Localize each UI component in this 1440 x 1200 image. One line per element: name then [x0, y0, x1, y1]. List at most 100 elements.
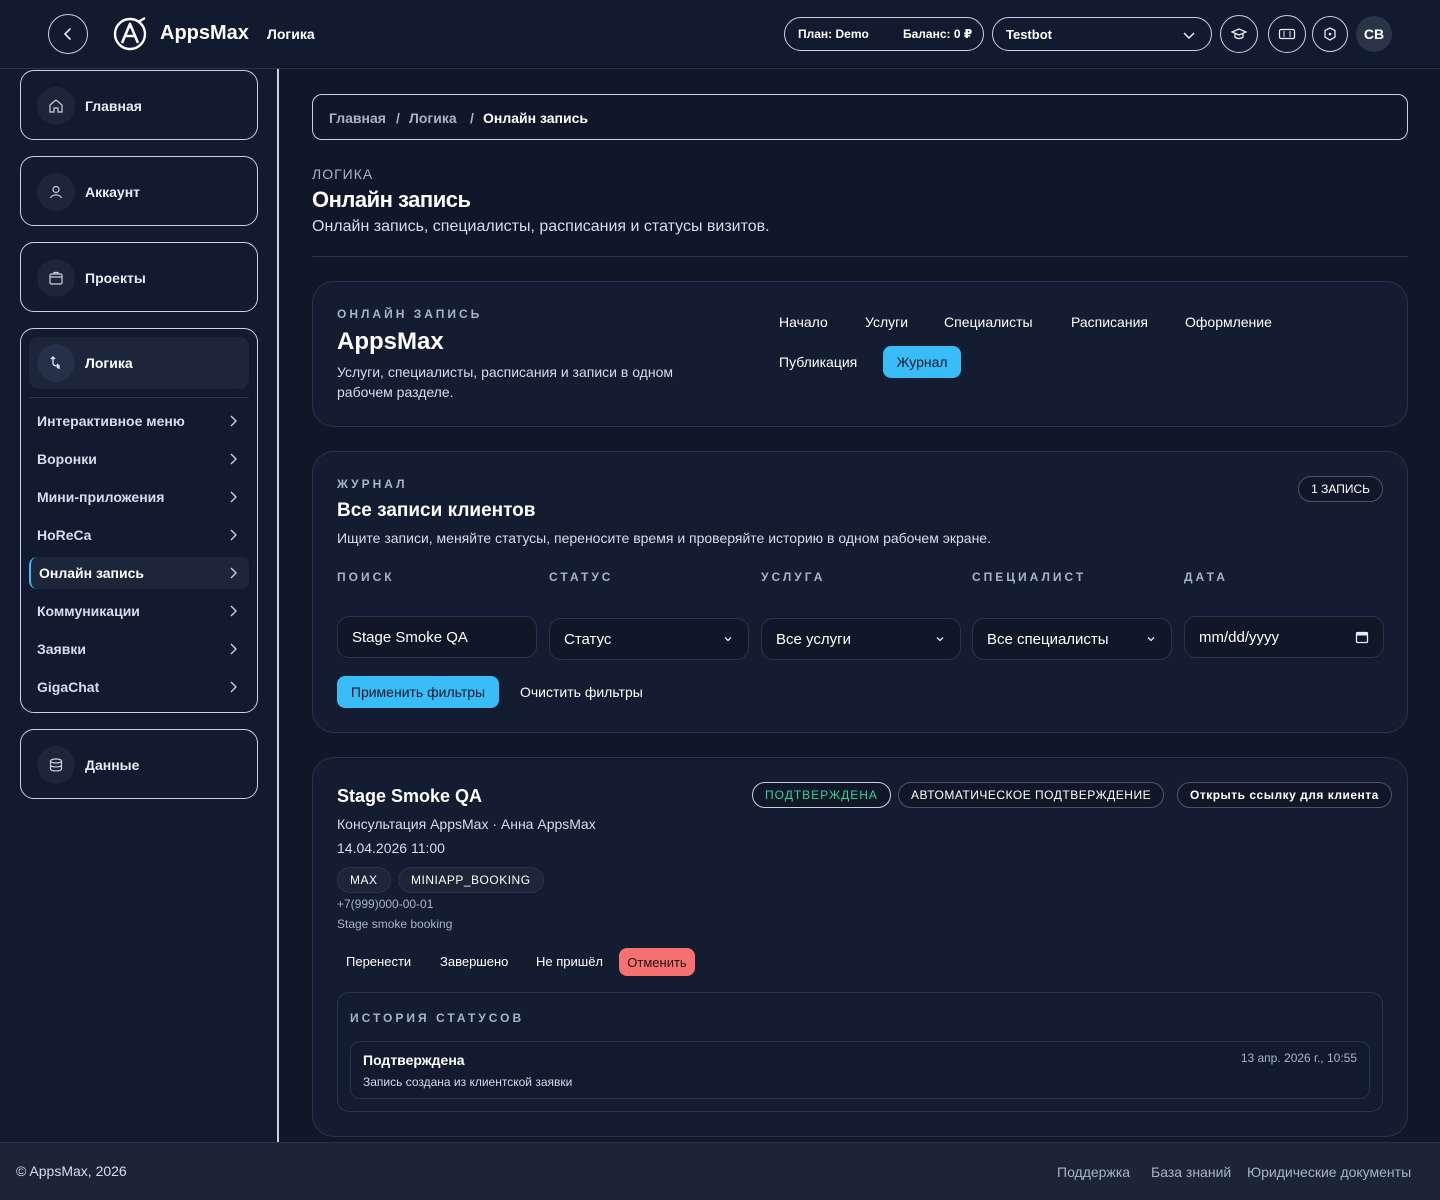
academy-button[interactable]	[1220, 15, 1258, 53]
sidebar-subitem[interactable]: HoReCa	[29, 519, 249, 551]
journal-eyebrow: ЖУРНАЛ	[337, 477, 408, 491]
home-icon	[37, 87, 75, 125]
briefcase-icon	[37, 259, 75, 297]
user-icon	[37, 173, 75, 211]
footer-link-legal[interactable]: Юридические документы	[1247, 1164, 1411, 1180]
booking-note: Stage smoke booking	[337, 917, 453, 931]
ticket-icon	[1278, 28, 1296, 40]
calendar-icon[interactable]	[1355, 630, 1369, 644]
sidebar-subitem-label: Заявки	[37, 641, 86, 657]
records-count-badge: 1 ЗАПИСЬ	[1298, 476, 1383, 502]
sidebar-subitem[interactable]: Заявки	[29, 633, 249, 665]
booking-service-line: Консультация AppsMax · Анна AppsMax	[337, 816, 596, 832]
sidebar-group-logic: Логика Интерактивное меню Воронки Мини-при…	[20, 328, 258, 713]
breadcrumb-item-logic[interactable]: Логика	[409, 110, 457, 126]
sidebar-subitem[interactable]: Онлайн запись	[29, 557, 249, 589]
booking-record-card: Stage Smoke QA Консультация AppsMax · Ан…	[312, 757, 1408, 1137]
tab-publication[interactable]: Публикация	[779, 354, 857, 370]
history-eyebrow: ИСТОРИЯ СТАТУСОВ	[350, 1011, 525, 1025]
tab-design[interactable]: Оформление	[1185, 314, 1272, 330]
hero-title: AppsMax	[337, 328, 444, 355]
tab-schedules[interactable]: Расписания	[1071, 314, 1148, 330]
search-input-value: Stage Smoke QA	[352, 629, 468, 646]
status-badge: ПОДТВЕРЖДЕНА	[752, 782, 891, 808]
booking-datetime: 14.04.2026 11:00	[337, 840, 445, 856]
page-eyebrow: ЛОГИКА	[312, 166, 374, 182]
booking-client-name: Stage Smoke QA	[337, 786, 483, 806]
sidebar-item-data[interactable]: Данные	[20, 729, 258, 799]
hero-desc-line-2: рабочем разделе.	[337, 384, 454, 400]
mark-completed-button[interactable]: Завершено	[440, 954, 508, 969]
tab-journal[interactable]: Журнал	[883, 346, 961, 378]
sidebar-subitem[interactable]: GigaChat	[29, 671, 249, 703]
notifications-button[interactable]	[1312, 16, 1348, 52]
chevron-right-icon	[230, 681, 237, 693]
breadcrumb: Главная / Логика / Онлайн запись	[312, 94, 1408, 140]
chevron-right-icon	[230, 529, 237, 541]
footer-copyright: © AppsMax, 2026	[16, 1163, 127, 1179]
booking-tag-source: MINIAPP_BOOKING	[398, 867, 544, 893]
footer-link-support[interactable]: Поддержка	[1057, 1164, 1130, 1180]
sidebar-item-logic[interactable]: Логика	[29, 337, 249, 389]
bot-select-value: Testbot	[1006, 27, 1052, 42]
sidebar-subitem[interactable]: Мини-приложения	[29, 481, 249, 513]
sidebar-subitem[interactable]: Коммуникации	[29, 595, 249, 627]
chevron-down-icon	[724, 637, 732, 642]
sidebar-item-home[interactable]: Главная	[20, 70, 258, 140]
search-label: ПОИСК	[337, 570, 395, 584]
chevron-right-icon	[230, 643, 237, 655]
breadcrumb-current: Онлайн запись	[483, 110, 588, 126]
divider	[312, 256, 1408, 257]
sidebar-subitem-label: HoReCa	[37, 527, 92, 543]
date-input[interactable]: mm/dd/yyyy	[1184, 616, 1384, 658]
sidebar-item-label: Данные	[85, 757, 140, 773]
sidebar-item-label: Главная	[85, 98, 142, 114]
sidebar-item-projects[interactable]: Проекты	[20, 242, 258, 312]
sidebar-item-label: Логика	[85, 355, 133, 371]
open-client-link-button[interactable]: Открыть ссылку для клиента	[1177, 782, 1392, 808]
auto-confirm-badge: АВТОМАТИЧЕСКОЕ ПОДТВЕРЖДЕНИЕ	[898, 782, 1165, 808]
service-select-value: Все услуги	[776, 631, 851, 648]
user-avatar[interactable]: СВ	[1356, 16, 1392, 52]
breadcrumb-item-home[interactable]: Главная	[329, 110, 386, 126]
ticket-button[interactable]	[1268, 15, 1306, 53]
reschedule-button[interactable]: Перенести	[346, 954, 411, 969]
back-button[interactable]	[48, 14, 88, 54]
tab-specialists[interactable]: Специалисты	[944, 314, 1033, 330]
shield-icon	[1324, 27, 1336, 41]
service-select[interactable]: Все услуги	[761, 618, 961, 660]
clear-filters-button[interactable]: Очистить фильтры	[520, 684, 643, 700]
history-entry-time: 13 апр. 2026 г., 10:55	[1240, 1051, 1357, 1065]
bot-select[interactable]: Testbot	[992, 17, 1212, 51]
sidebar-subitem[interactable]: Воронки	[29, 443, 249, 475]
journal-desc: Ищите записи, меняйте статусы, переносит…	[337, 530, 991, 546]
status-label: СТАТУС	[549, 570, 614, 584]
status-select-value: Статус	[564, 631, 612, 648]
footer-link-knowledge-base[interactable]: База знаний	[1151, 1164, 1231, 1180]
apply-filters-button[interactable]: Применить фильтры	[337, 676, 499, 708]
date-label: ДАТА	[1184, 570, 1228, 584]
footer: © AppsMax, 2026 Поддержка База знаний Юр…	[0, 1142, 1440, 1200]
sidebar-subitem-label: Интерактивное меню	[37, 413, 185, 429]
cancel-booking-button[interactable]: Отменить	[619, 948, 695, 976]
chevron-right-icon	[230, 491, 237, 503]
status-select[interactable]: Статус	[549, 618, 749, 660]
specialist-label: СПЕЦИАЛИСТ	[972, 570, 1087, 584]
sidebar-item-account[interactable]: Аккаунт	[20, 156, 258, 226]
sidebar-subitem-label: Коммуникации	[37, 603, 140, 619]
sidebar-subitem[interactable]: Интерактивное меню	[29, 405, 249, 437]
appsmax-logo-icon	[113, 16, 147, 51]
tab-services[interactable]: Услуги	[865, 314, 908, 330]
breadcrumb-separator: /	[396, 110, 400, 126]
specialist-select[interactable]: Все специалисты	[972, 618, 1172, 660]
no-show-button[interactable]: Не пришёл	[536, 954, 603, 969]
plan-balance-pill[interactable]: План: Demo Баланс: 0 ₽	[784, 17, 984, 51]
tab-start[interactable]: Начало	[779, 314, 828, 330]
divider	[29, 397, 249, 398]
status-history: ИСТОРИЯ СТАТУСОВ Подтверждена Запись соз…	[337, 992, 1383, 1112]
search-input[interactable]: Stage Smoke QA	[337, 616, 537, 658]
history-entry: Подтверждена Запись создана из клиентско…	[350, 1041, 1370, 1099]
journal-title: Все записи клиентов	[337, 500, 536, 521]
date-input-placeholder: mm/dd/yyyy	[1199, 629, 1280, 646]
top-header: AppsMax Логика План: Demo Баланс: 0 ₽ Te…	[0, 0, 1440, 69]
